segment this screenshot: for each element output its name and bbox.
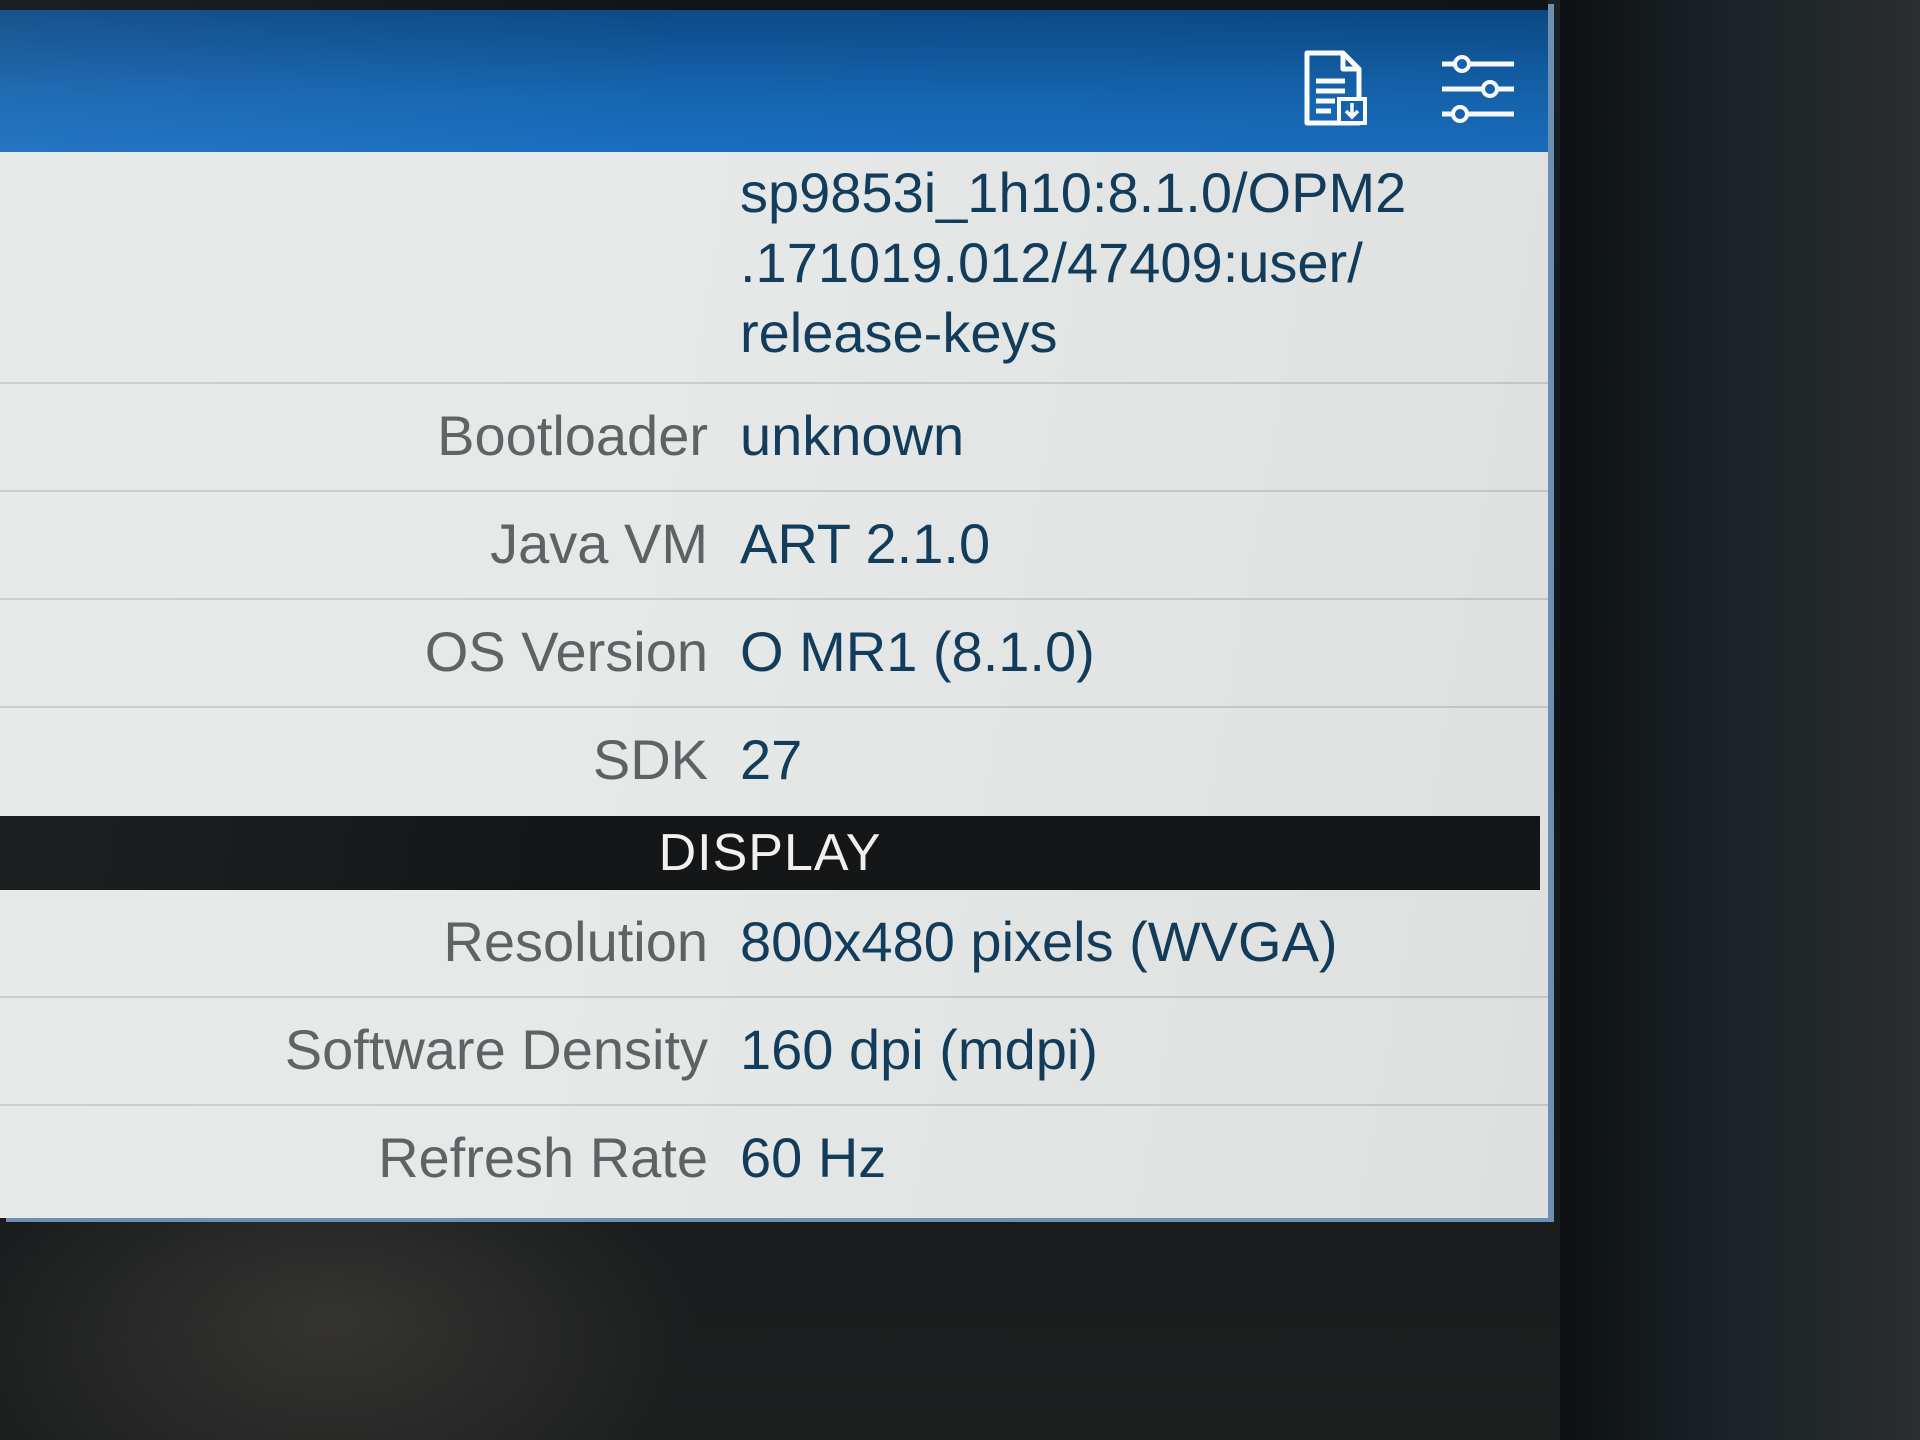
refresh-rate-row: Refresh Rate 60 Hz xyxy=(0,1106,1548,1214)
os-version-row: OS Version O MR1 (8.1.0) xyxy=(0,600,1548,708)
row-value: unknown xyxy=(740,404,965,467)
info-list: sp9853i_1h10:8.1.0/OPM2 .171019.012/4740… xyxy=(0,152,1548,1214)
software-density-row: Software Density 160 dpi (mdpi) xyxy=(0,998,1548,1106)
row-value: 800x480 pixels (WVGA) xyxy=(740,910,1338,973)
row-label: Resolution xyxy=(443,910,708,973)
resolution-row: Resolution 800x480 pixels (WVGA) xyxy=(0,890,1548,998)
report-button[interactable] xyxy=(1292,44,1376,134)
fingerprint-value: sp9853i_1h10:8.1.0/OPM2 .171019.012/4740… xyxy=(740,161,1407,364)
row-value: 27 xyxy=(740,728,803,791)
row-value: ART 2.1.0 xyxy=(740,512,991,575)
row-value: 60 Hz xyxy=(740,1126,887,1189)
report-icon xyxy=(1304,50,1367,126)
row-label: Java VM xyxy=(490,512,708,575)
row-label: Software Density xyxy=(284,1018,708,1081)
row-value: O MR1 (8.1.0) xyxy=(740,620,1095,683)
row-label: Refresh Rate xyxy=(378,1126,708,1189)
sliders-icon xyxy=(1442,55,1514,123)
app-bar xyxy=(0,0,1548,152)
java-vm-row: Java VM ART 2.1.0 xyxy=(0,492,1548,600)
fingerprint-row: sp9853i_1h10:8.1.0/OPM2 .171019.012/4740… xyxy=(0,152,1548,384)
row-label: Bootloader xyxy=(437,404,708,467)
sdk-row: SDK 27 xyxy=(0,708,1548,816)
row-value: 160 dpi (mdpi) xyxy=(740,1018,1098,1081)
row-label: SDK xyxy=(592,728,708,791)
device-screen: sp9853i_1h10:8.1.0/OPM2 .171019.012/4740… xyxy=(0,0,1548,1218)
row-label: OS Version xyxy=(424,620,708,683)
display-section-header: DISPLAY xyxy=(0,816,1540,890)
bootloader-row: Bootloader unknown xyxy=(0,384,1548,492)
settings-filter-button[interactable] xyxy=(1436,44,1520,134)
device-bezel xyxy=(1560,0,1920,1440)
